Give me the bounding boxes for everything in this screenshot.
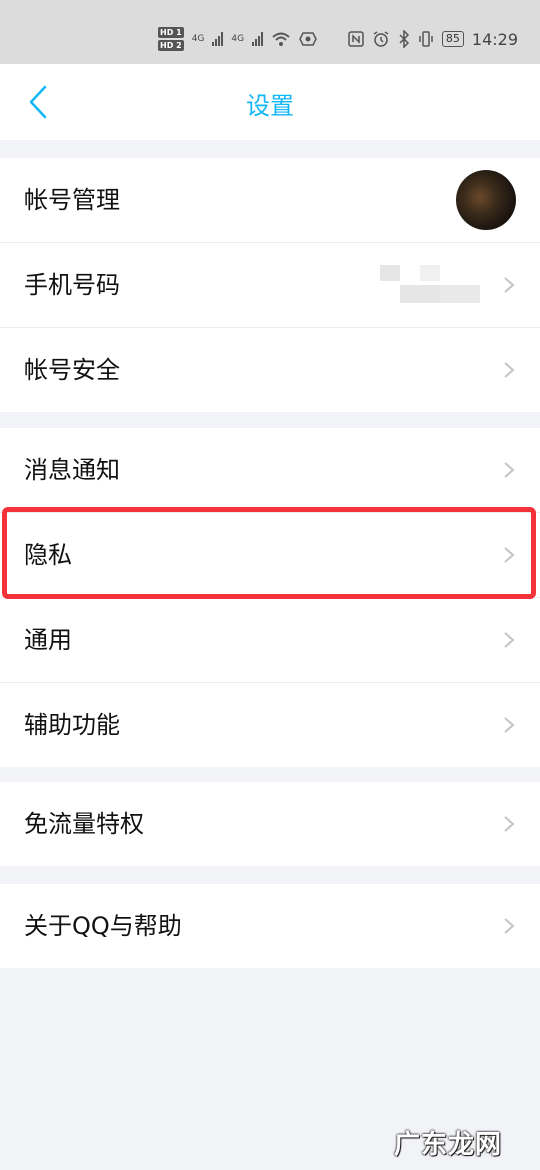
page-title: 设置 [246, 92, 294, 120]
row-label: 通用 [24, 626, 72, 654]
chevron-right-icon [504, 717, 515, 733]
signal-1-icon [212, 32, 224, 46]
clock-time: 14:29 [471, 29, 518, 49]
chevron-right-icon [504, 462, 515, 478]
settings-row-accessibility[interactable]: 辅助功能 [0, 683, 540, 767]
row-label: 帐号管理 [24, 186, 120, 214]
settings-group-data: 免流量特权 [0, 782, 540, 866]
chevron-right-icon [504, 547, 515, 563]
status-left-icons: HD 1 HD 2 4G 4G [158, 24, 317, 54]
settings-group-general: 消息通知 隐私 通用 辅助功能 [0, 428, 540, 767]
alarm-icon [373, 31, 389, 47]
settings-row-phone-number[interactable]: 手机号码 [0, 243, 540, 328]
row-label: 消息通知 [24, 456, 120, 484]
settings-row-general[interactable]: 通用 [0, 598, 540, 683]
avatar [456, 170, 516, 230]
row-label: 免流量特权 [24, 810, 144, 838]
hotspot-icon [299, 32, 317, 46]
nav-bar: 设置 [0, 64, 540, 140]
vibrate-icon [419, 31, 433, 47]
status-bar: HD 1 HD 2 4G 4G 85 14:29 [0, 0, 540, 64]
settings-row-free-data[interactable]: 免流量特权 [0, 782, 540, 866]
settings-group-about: 关于QQ与帮助 [0, 884, 540, 968]
hd1-badge: HD 1 [158, 27, 184, 38]
settings-row-about-help[interactable]: 关于QQ与帮助 [0, 884, 540, 968]
network-type-2: 4G [231, 34, 245, 44]
chevron-right-icon [504, 816, 515, 832]
chevron-right-icon [504, 362, 515, 378]
row-label: 隐私 [24, 541, 72, 569]
settings-group-account: 帐号管理 手机号码 帐号安全 [0, 158, 540, 412]
network-type-1: 4G [191, 34, 205, 44]
chevron-right-icon [504, 918, 515, 934]
settings-row-notifications[interactable]: 消息通知 [0, 428, 540, 513]
settings-row-privacy[interactable]: 隐私 [0, 513, 540, 598]
chevron-right-icon [504, 632, 515, 648]
chevron-right-icon [504, 277, 515, 293]
row-label: 手机号码 [24, 271, 120, 299]
watermark: 广东龙网 [393, 1130, 502, 1160]
signal-2-icon [252, 32, 264, 46]
status-right-icons: 85 14:29 [348, 28, 518, 50]
settings-row-account-management[interactable]: 帐号管理 [0, 158, 540, 243]
nfc-icon [348, 31, 364, 47]
battery-indicator: 85 [441, 31, 464, 47]
blurred-phone-value [380, 265, 500, 303]
row-label: 辅助功能 [24, 711, 120, 739]
row-label: 关于QQ与帮助 [24, 912, 182, 940]
bluetooth-icon [399, 30, 409, 48]
settings-row-account-security[interactable]: 帐号安全 [0, 328, 540, 412]
wifi-icon [272, 32, 290, 46]
row-label: 帐号安全 [24, 356, 120, 384]
hd-indicators: HD 1 HD 2 [158, 27, 184, 51]
hd2-badge: HD 2 [158, 40, 184, 51]
